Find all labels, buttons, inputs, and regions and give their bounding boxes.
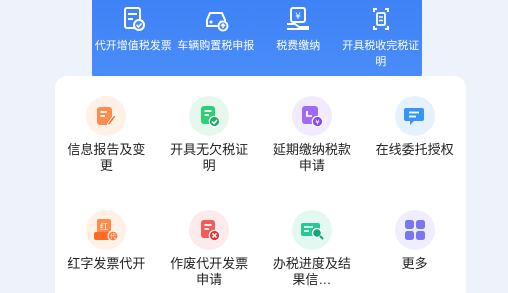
service-deferred-payment[interactable]: ¥ 延期缴纳税款申请 xyxy=(261,76,364,184)
svg-text:¥: ¥ xyxy=(315,119,320,127)
top-service-tax-payment[interactable]: ¥ 税费缴纳 xyxy=(257,0,340,78)
services-grid: 信息报告及变更 开具无欠税证明 ¥ 延期缴纳税款申请 在线委托授权 红 代 红字… xyxy=(55,76,466,293)
online-authorize-icon xyxy=(394,96,435,136)
service-void-invoice[interactable]: 作废代开发票申请 xyxy=(158,184,261,293)
service-info-report[interactable]: 信息报告及变更 xyxy=(55,76,158,184)
service-online-authorize[interactable]: 在线委托授权 xyxy=(363,76,466,184)
top-service-grid: 代开增值税发票 车辆购置税申报 ¥ 税费缴纳 开具税收完税证明 xyxy=(92,0,422,78)
more-grid-icon xyxy=(394,210,435,250)
deferred-payment-icon: ¥ xyxy=(291,96,332,136)
red-invoice-icon: 红 代 xyxy=(86,210,127,250)
top-service-label: 车辆购置税申报 xyxy=(177,40,255,52)
progress-search-icon xyxy=(291,210,332,250)
service-label: 办税进度及结果信… xyxy=(272,256,351,287)
no-debt-certificate-icon xyxy=(189,96,230,136)
tax-certificate-icon xyxy=(372,8,389,30)
service-label: 延期缴纳税款申请 xyxy=(272,142,351,173)
tax-payment-icon: ¥ xyxy=(287,7,310,30)
top-service-car-tax[interactable]: 车辆购置税申报 xyxy=(175,0,258,78)
service-progress-query[interactable]: 办税进度及结果信… xyxy=(261,184,364,293)
service-label: 信息报告及变更 xyxy=(67,142,146,173)
service-label: 开具无欠税证明 xyxy=(170,142,249,173)
service-label: 在线委托授权 xyxy=(375,142,454,157)
top-service-label: 税费缴纳 xyxy=(276,40,321,52)
edit-report-icon xyxy=(86,96,127,136)
car-tax-icon xyxy=(205,12,229,32)
svg-text:¥: ¥ xyxy=(295,12,301,22)
top-service-label: 开具税收完税证明 xyxy=(342,40,420,68)
invoice-check-icon xyxy=(124,7,146,31)
top-service-tax-certificate[interactable]: 开具税收完税证明 xyxy=(340,0,423,78)
service-label: 作废代开发票申请 xyxy=(170,256,249,287)
service-no-debt-certificate[interactable]: 开具无欠税证明 xyxy=(158,76,261,184)
service-label: 红字发票代开 xyxy=(67,256,146,271)
top-service-label: 代开增值税发票 xyxy=(94,40,172,52)
service-label: 更多 xyxy=(401,256,428,271)
service-more[interactable]: 更多 xyxy=(363,184,466,293)
void-invoice-icon xyxy=(189,210,230,250)
svg-text:红: 红 xyxy=(100,222,108,232)
top-service-invoice[interactable]: 代开增值税发票 xyxy=(92,0,175,78)
svg-text:代: 代 xyxy=(110,233,116,241)
service-red-invoice[interactable]: 红 代 红字发票代开 xyxy=(55,184,158,293)
